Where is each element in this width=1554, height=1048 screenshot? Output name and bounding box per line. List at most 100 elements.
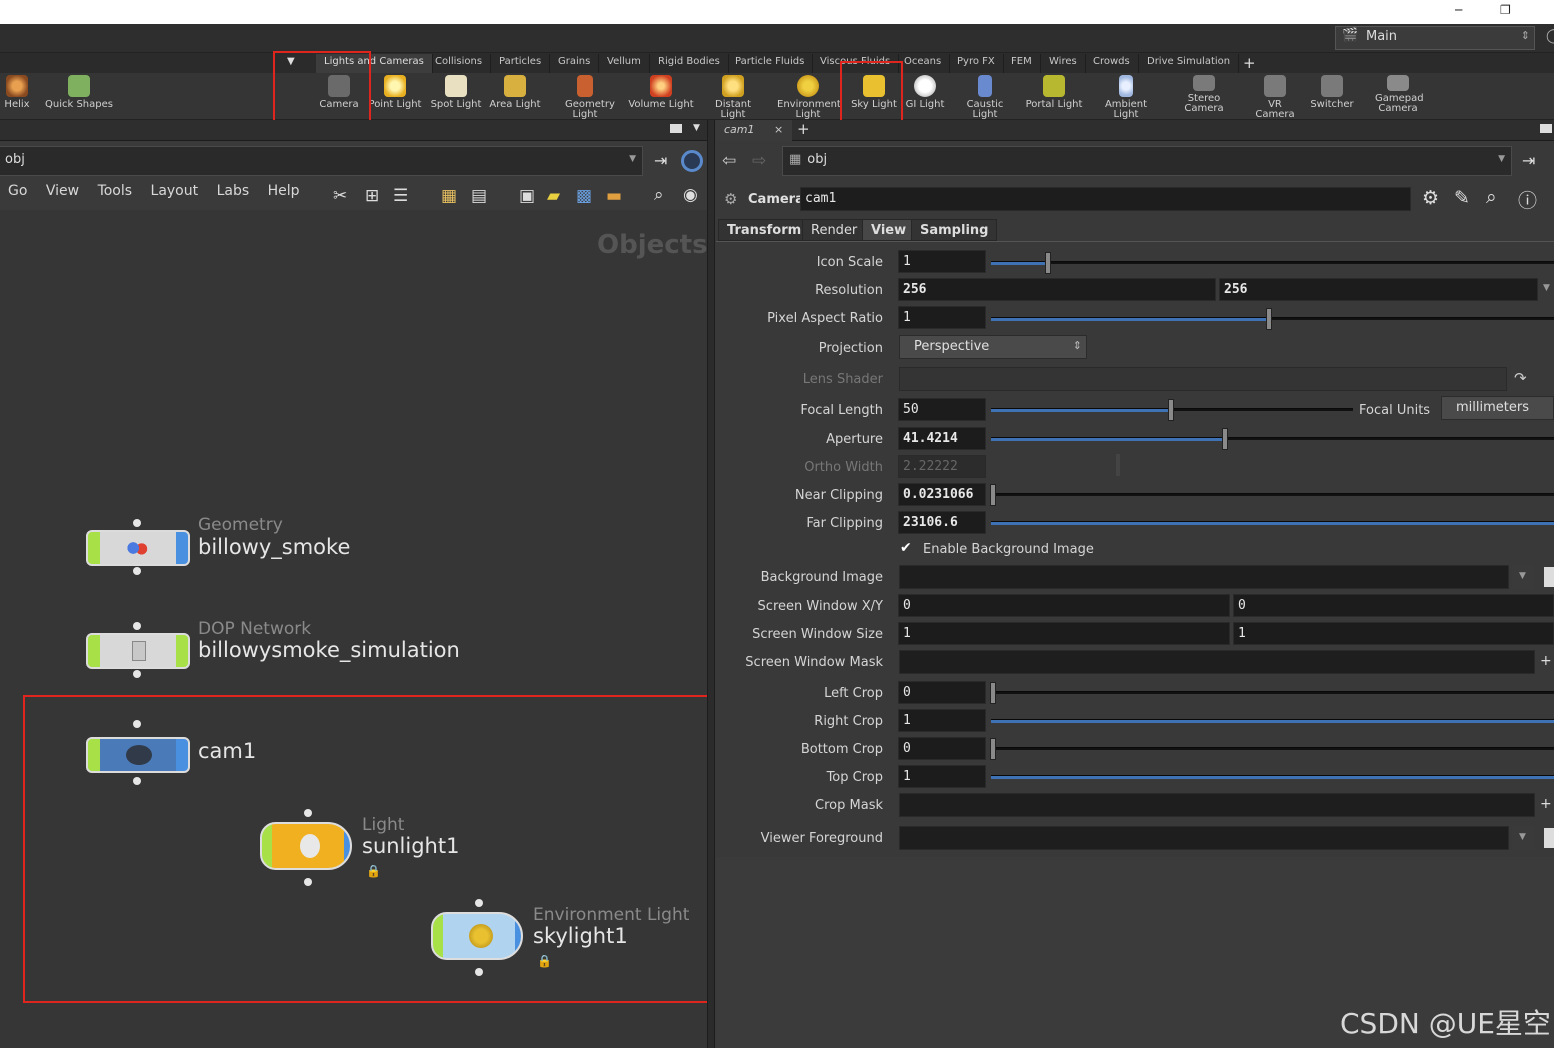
slider-knob[interactable] — [1222, 428, 1228, 450]
node-billowysmoke-simulation[interactable] — [86, 633, 190, 669]
desktop-selector[interactable]: 🎬 Main ⇕ — [1335, 26, 1535, 50]
link-icon[interactable] — [681, 150, 703, 172]
far-clipping-slider[interactable] — [991, 521, 1554, 525]
pane-menu-arrow-icon[interactable]: ▼ — [693, 123, 700, 133]
top-crop-slider[interactable] — [991, 775, 1554, 779]
tab-wires[interactable]: Wires — [1041, 54, 1086, 73]
focal-length-field[interactable]: 50 — [898, 398, 986, 421]
tools-icon[interactable]: ✂ — [333, 186, 347, 206]
eye-icon[interactable]: ◉ — [683, 185, 698, 205]
icon-scale-field[interactable]: 1 — [898, 250, 986, 273]
input-connector[interactable] — [133, 519, 141, 527]
background-image-field[interactable] — [899, 565, 1509, 589]
list-icon[interactable]: ☰ — [393, 186, 408, 206]
tab-particle-fluids[interactable]: Particle Fluids — [727, 54, 814, 73]
tab-render[interactable]: Render — [802, 219, 867, 241]
chevron-down-icon[interactable]: ▼ — [1512, 826, 1534, 850]
forward-arrow-icon[interactable]: ⇨ — [752, 151, 766, 171]
slider-knob[interactable] — [990, 484, 996, 506]
slider-knob[interactable] — [990, 682, 996, 704]
tab-drive-simulation[interactable]: Drive Simulation — [1139, 54, 1240, 73]
tool-caustic-light[interactable]: Caustic Light — [953, 74, 1017, 120]
output-connector[interactable] — [133, 567, 141, 575]
focal-length-slider[interactable] — [991, 399, 1353, 421]
input-connector[interactable] — [133, 622, 141, 630]
tab-fem[interactable]: FEM — [1003, 54, 1041, 73]
screen-window-mask-field[interactable] — [899, 650, 1535, 674]
slider-knob[interactable] — [1168, 399, 1174, 421]
output-connector[interactable] — [133, 670, 141, 678]
right-crop-field[interactable]: 1 — [898, 709, 986, 732]
menu-labs[interactable]: Labs — [217, 183, 250, 199]
minimize-icon[interactable]: ─ — [1455, 3, 1462, 17]
search-icon[interactable]: ⌕ — [654, 185, 664, 205]
near-clipping-slider[interactable] — [990, 484, 1554, 506]
gear-icon[interactable]: ⚙ — [1422, 187, 1439, 209]
crop-mask-field[interactable] — [899, 793, 1535, 817]
pane-maximize-icon[interactable] — [670, 124, 682, 133]
tab-view[interactable]: View — [862, 219, 916, 241]
add-mask-icon[interactable]: + — [1540, 653, 1552, 669]
parameter-path-field[interactable]: ▦ obj ▼ — [782, 146, 1512, 176]
jump-arrow-icon[interactable]: ↷ — [1514, 369, 1527, 387]
menu-layout[interactable]: Layout — [151, 183, 199, 199]
close-tab-icon[interactable]: × — [774, 123, 783, 136]
tool-point-light[interactable]: Point Light — [368, 74, 422, 119]
resolution-x-field[interactable]: 256 — [898, 278, 1216, 301]
projection-dropdown[interactable]: Perspective ⇕ — [899, 335, 1087, 359]
viewer-foreground-field[interactable] — [899, 826, 1509, 850]
node-name-field[interactable]: cam1 — [800, 187, 1411, 211]
tool-ambient-light[interactable]: Ambient Light — [1091, 74, 1161, 120]
tool-distant-light[interactable]: Distant Light — [701, 74, 765, 120]
tab-transform[interactable]: Transform — [718, 219, 811, 241]
tool-gi-light[interactable]: GI Light — [904, 74, 946, 119]
chevron-down-icon[interactable]: ▼ — [1543, 283, 1550, 293]
tool-vr-camera[interactable]: VR Camera — [1247, 74, 1303, 120]
tab-pyro-fx[interactable]: Pyro FX — [949, 54, 1004, 73]
tool-gamepad-camera[interactable]: Gamepad Camera — [1372, 74, 1424, 119]
aperture-field[interactable]: 41.4214 — [898, 427, 986, 450]
back-arrow-icon[interactable]: ⇦ — [722, 151, 736, 171]
tool-helix[interactable]: Helix — [2, 74, 32, 119]
screen-window-x-field[interactable]: 0 — [898, 594, 1230, 617]
pin-icon[interactable]: ⇥ — [654, 151, 667, 170]
tool-portal-light[interactable]: Portal Light — [1025, 74, 1083, 119]
grid-icon[interactable]: ▦ — [441, 186, 457, 206]
file-chooser-icon[interactable] — [1544, 567, 1554, 587]
info-icon[interactable]: ⓘ — [1518, 186, 1537, 213]
pixel-aspect-field[interactable]: 1 — [898, 306, 986, 329]
chevron-down-icon[interactable]: ▼ — [1498, 154, 1505, 164]
restore-icon[interactable]: ❐ — [1500, 3, 1511, 17]
slider-knob[interactable] — [1045, 252, 1051, 274]
focal-units-dropdown[interactable]: millimeters — [1441, 396, 1554, 420]
right-crop-slider[interactable] — [991, 719, 1554, 723]
search-icon[interactable]: ⌕ — [1486, 186, 1497, 208]
tab-collisions[interactable]: Collisions — [427, 54, 492, 73]
node-billowy-smoke[interactable] — [86, 530, 190, 566]
slider-knob[interactable] — [990, 738, 996, 760]
top-crop-field[interactable]: 1 — [898, 765, 986, 788]
tab-rigid-bodies[interactable]: Rigid Bodies — [650, 54, 729, 73]
tool-volume-light[interactable]: Volume Light — [628, 74, 694, 119]
menu-help[interactable]: Help — [268, 183, 300, 199]
tab-crowds[interactable]: Crowds — [1085, 54, 1139, 73]
menu-go[interactable]: Go — [8, 183, 27, 199]
bundle-icon[interactable]: ▬ — [606, 186, 622, 206]
tab-sampling[interactable]: Sampling — [911, 219, 998, 241]
tab-vellum[interactable]: Vellum — [599, 54, 650, 73]
image-icon[interactable]: ▩ — [576, 186, 592, 206]
aperture-slider[interactable] — [991, 428, 1554, 450]
tool-geometry-light[interactable]: Geometry Light — [558, 74, 615, 120]
tool-quick-shapes[interactable]: Quick Shapes — [44, 74, 114, 119]
icon-scale-slider[interactable] — [991, 252, 1554, 274]
pin-icon[interactable]: ⇥ — [1522, 151, 1535, 170]
slider-knob[interactable] — [1266, 308, 1272, 330]
tab-oceans[interactable]: Oceans — [896, 54, 951, 73]
screen-window-size-y-field[interactable]: 1 — [1233, 622, 1554, 645]
network-path-field[interactable]: obj ▼ — [0, 146, 643, 176]
near-clipping-field[interactable]: 0.0231066 — [898, 483, 986, 506]
chevron-down-icon[interactable]: ▼ — [1512, 565, 1534, 589]
sticky-note-icon[interactable]: ▰ — [547, 186, 560, 206]
tool-area-light[interactable]: Area Light — [489, 74, 541, 119]
network-box-icon[interactable]: ▣ — [519, 186, 535, 206]
